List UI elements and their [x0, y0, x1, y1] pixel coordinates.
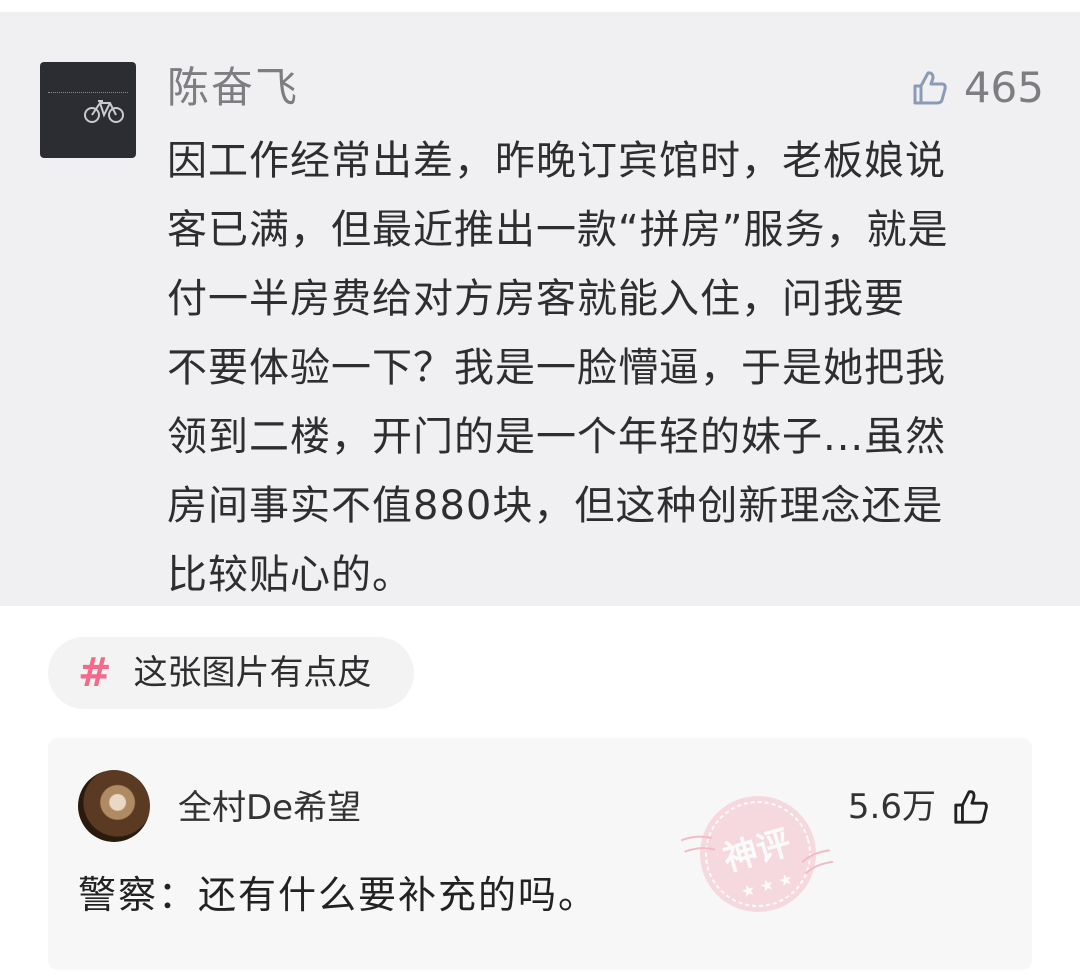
post-body-text: 因工作经常出差，昨晚订宾馆时，老板娘说 客已满，但最近推出一款“拼房”服务，就是…	[167, 127, 1047, 610]
comment-card: 全村De希望 神评 ★ ★ ★ 5.6万 警察：还有什么要补充的吗。	[48, 738, 1032, 970]
comment-author-name[interactable]: 全村De希望	[178, 784, 361, 832]
comment-like-count: 5.6万	[847, 787, 936, 827]
topic-tag[interactable]: # 这张图片有点皮	[48, 637, 414, 709]
comment-text: 警察：还有什么要补充的吗。	[78, 873, 599, 917]
page: 陈奋飞 465 因工作经常出差，昨晚订宾馆时，老板娘说 客已满，但最近推出一款“…	[0, 0, 1080, 977]
post-body-line: 不要体验一下？我是一脸懵逼，于是她把我	[167, 345, 946, 391]
post-body-line: 客已满，但最近推出一款“拼房”服务，就是	[167, 207, 949, 253]
post-author-name[interactable]: 陈奋飞	[167, 60, 299, 116]
screenshot-post-card: 陈奋飞 465 因工作经常出差，昨晚订宾馆时，老板娘说 客已满，但最近推出一款“…	[0, 12, 1080, 606]
hot-comment-stamp: 神评 ★ ★ ★	[671, 796, 845, 912]
bicycle-icon	[84, 100, 124, 123]
post-body-line: 领到二楼，开门的是一个年轻的妹子...虽然	[167, 414, 947, 460]
topic-label: 这张图片有点皮	[133, 653, 372, 693]
thumbs-up-icon	[954, 790, 988, 824]
post-body-line: 因工作经常出差，昨晚订宾馆时，老板娘说	[167, 138, 946, 184]
comment-author-avatar[interactable]	[78, 770, 150, 842]
comment-like-button[interactable]: 5.6万	[848, 782, 990, 832]
post-body-line: 比较贴心的。	[167, 552, 413, 598]
post-body-line: 付一半房费给对方房客就能入住，问我要	[167, 276, 905, 322]
post-like-button[interactable]: 465	[910, 60, 1044, 116]
hashtag-icon: #	[78, 650, 112, 696]
thumbs-up-icon	[913, 71, 947, 105]
post-body-line: 房间事实不值880块，但这种创新理念还是	[167, 483, 944, 529]
post-author-avatar[interactable]	[40, 62, 136, 158]
post-like-count: 465	[963, 63, 1044, 112]
